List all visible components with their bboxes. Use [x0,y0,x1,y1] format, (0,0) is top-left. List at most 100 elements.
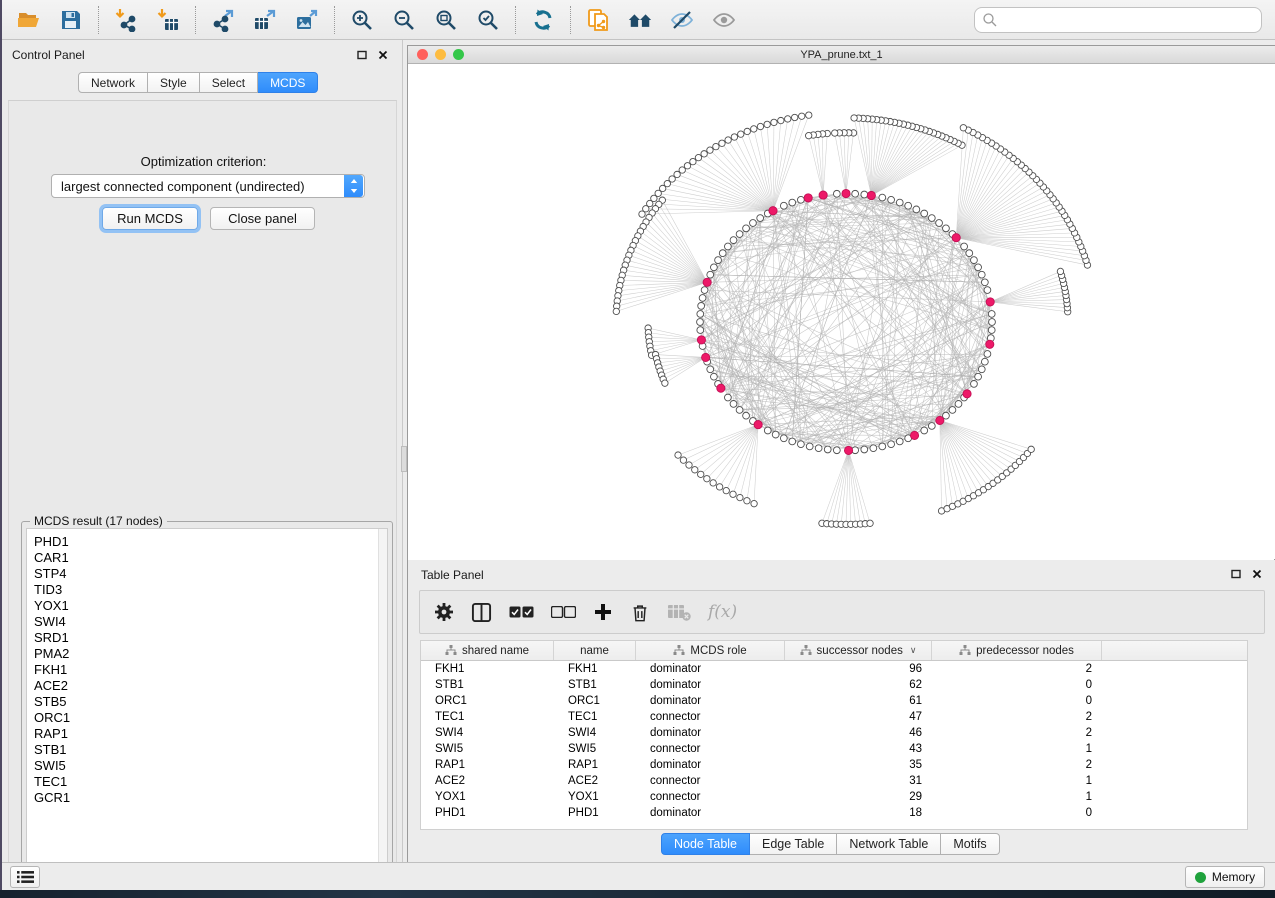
mcds-result-item[interactable]: ACE2 [34,678,387,694]
cell-mcds-role[interactable]: dominator [636,695,785,707]
deselect-all-icon[interactable] [551,606,576,618]
graph-leaf-node[interactable] [791,114,797,120]
graph-leaf-node[interactable] [738,131,744,137]
cell-predecessor-nodes[interactable]: 1 [932,791,1102,803]
cell-predecessor-nodes[interactable]: 2 [932,727,1102,739]
close-panel-button[interactable]: Close panel [210,207,315,230]
first-neighbors-icon[interactable] [627,7,653,33]
graph-node[interactable] [879,443,886,450]
graph-leaf-node[interactable] [716,484,722,490]
cell-successor-nodes[interactable]: 18 [785,807,932,819]
cell-successor-nodes[interactable]: 47 [785,711,932,723]
table-settings-gear-icon[interactable] [434,602,454,622]
cell-predecessor-nodes[interactable]: 0 [932,695,1102,707]
graph-leaf-node[interactable] [713,143,719,149]
memory-button[interactable]: Memory [1185,866,1265,888]
cell-mcds-role[interactable]: connector [636,791,785,803]
cell-shared-name[interactable]: PHD1 [421,807,554,819]
column-header-successor-nodes[interactable]: successor nodes∨ [785,641,932,660]
graph-node[interactable] [743,225,750,232]
cell-name[interactable]: STB1 [554,679,636,691]
tab-style[interactable]: Style [148,72,200,93]
table-row[interactable]: YOX1YOX1connector291 [421,789,1247,805]
cell-name[interactable]: RAP1 [554,759,636,771]
graph-leaf-node[interactable] [698,471,704,477]
tab-motifs[interactable]: Motifs [941,833,999,855]
graph-leaf-node[interactable] [701,151,707,157]
export-table-icon[interactable] [252,7,278,33]
table-row[interactable]: TEC1TEC1connector472 [421,709,1247,725]
mcds-result-item[interactable]: SWI5 [34,758,387,774]
graph-mcds-node[interactable] [963,390,971,398]
cell-mcds-role[interactable]: connector [636,775,785,787]
show-columns-icon[interactable] [471,602,492,623]
mcds-result-item[interactable]: TID3 [34,582,387,598]
zoom-out-icon[interactable] [391,7,417,33]
cell-shared-name[interactable]: SWI5 [421,743,554,755]
graph-node[interactable] [921,210,928,217]
graph-mcds-node[interactable] [804,194,812,202]
graph-leaf-node[interactable] [799,113,805,119]
graph-leaf-node[interactable] [719,140,725,146]
network-canvas[interactable] [408,64,1274,560]
graph-leaf-node[interactable] [725,137,731,143]
mcds-result-item[interactable]: ORC1 [34,710,387,726]
cell-name[interactable]: SWI5 [554,743,636,755]
float-panel-icon[interactable] [1230,568,1241,579]
graph-node[interactable] [736,231,743,238]
table-row[interactable]: SWI5SWI5connector431 [421,741,1247,757]
cell-mcds-role[interactable]: connector [636,743,785,755]
graph-leaf-node[interactable] [639,211,645,217]
graph-node[interactable] [949,407,956,414]
graph-node[interactable] [896,199,903,206]
table-row[interactable]: FKH1FKH1dominator962 [421,661,1247,677]
graph-node[interactable] [852,190,859,197]
cell-shared-name[interactable]: ORC1 [421,695,554,707]
zoom-fit-icon[interactable] [433,7,459,33]
cell-name[interactable]: YOX1 [554,791,636,803]
cell-shared-name[interactable]: FKH1 [421,663,554,675]
graph-node[interactable] [989,319,996,326]
table-row[interactable]: RAP1RAP1dominator352 [421,757,1247,773]
cell-mcds-role[interactable]: dominator [636,807,785,819]
graph-mcds-node[interactable] [697,336,705,344]
zoom-selected-icon[interactable] [475,7,501,33]
graph-node[interactable] [861,191,868,198]
graph-leaf-node[interactable] [806,112,812,118]
tab-edge-table[interactable]: Edge Table [750,833,837,855]
graph-node[interactable] [730,237,737,244]
run-mcds-button[interactable]: Run MCDS [102,207,198,230]
graph-node[interactable] [780,202,787,209]
search-box[interactable] [974,7,1262,33]
graph-node[interactable] [710,373,717,380]
graph-node[interactable] [981,358,988,365]
graph-leaf-node[interactable] [751,500,757,506]
mcds-result-item[interactable]: PMA2 [34,646,387,662]
sort-indicator-icon[interactable]: ∨ [910,645,917,656]
graph-mcds-node[interactable] [769,207,777,215]
graph-node[interactable] [697,319,704,326]
graph-node[interactable] [719,250,726,257]
cell-successor-nodes[interactable]: 35 [785,759,932,771]
graph-node[interactable] [888,196,895,203]
graph-node[interactable] [697,327,704,334]
graph-leaf-node[interactable] [771,119,777,125]
graph-node[interactable] [736,407,743,414]
graph-node[interactable] [764,427,771,434]
graph-node[interactable] [936,220,943,227]
mcds-list-scrollbar[interactable] [378,529,387,886]
graph-leaf-node[interactable] [744,128,750,134]
graph-node[interactable] [984,351,991,358]
graph-leaf-node[interactable] [690,158,696,164]
graph-node[interactable] [724,243,731,250]
network-window-titlebar[interactable]: YPA_prune.txt_1 [408,46,1275,64]
cell-successor-nodes[interactable]: 31 [785,775,932,787]
graph-leaf-node[interactable] [867,520,873,526]
graph-node[interactable] [870,445,877,452]
graph-node[interactable] [789,199,796,206]
node-table[interactable]: shared namenameMCDS rolesuccessor nodes∨… [420,640,1248,830]
hide-selected-eye-icon[interactable] [669,7,695,33]
graph-node[interactable] [797,196,804,203]
graph-node[interactable] [988,311,995,318]
cell-shared-name[interactable]: STB1 [421,679,554,691]
